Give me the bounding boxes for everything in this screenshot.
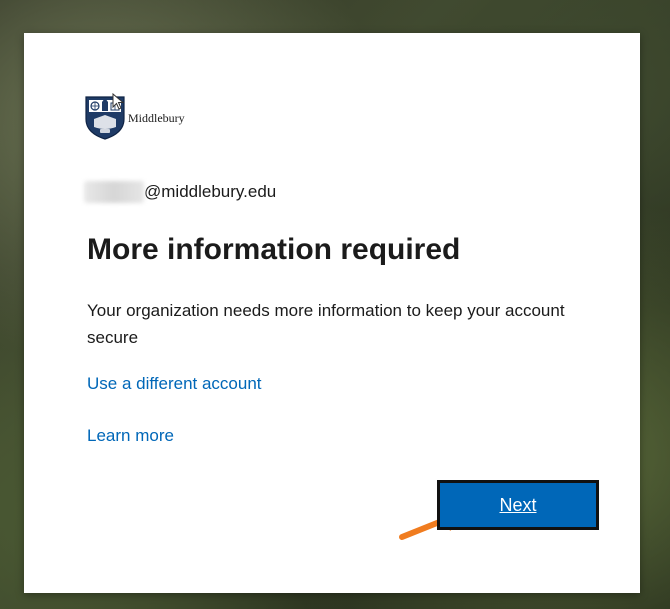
sign-in-card: Middlebury @middlebury.edu More informat… xyxy=(24,33,640,593)
pointer-cursor-icon xyxy=(112,93,125,110)
account-identifier: @middlebury.edu xyxy=(84,180,276,204)
page-title: More information required xyxy=(87,233,461,266)
org-name: Middlebury xyxy=(128,110,185,125)
next-button[interactable]: Next xyxy=(437,480,599,530)
account-email-domain: @middlebury.edu xyxy=(144,182,277,201)
redacted-username xyxy=(84,181,144,203)
org-logo: Middlebury xyxy=(84,93,185,141)
page-description: Your organization needs more information… xyxy=(87,301,565,347)
use-different-account-link[interactable]: Use a different account xyxy=(87,374,262,394)
learn-more-link[interactable]: Learn more xyxy=(87,426,174,446)
